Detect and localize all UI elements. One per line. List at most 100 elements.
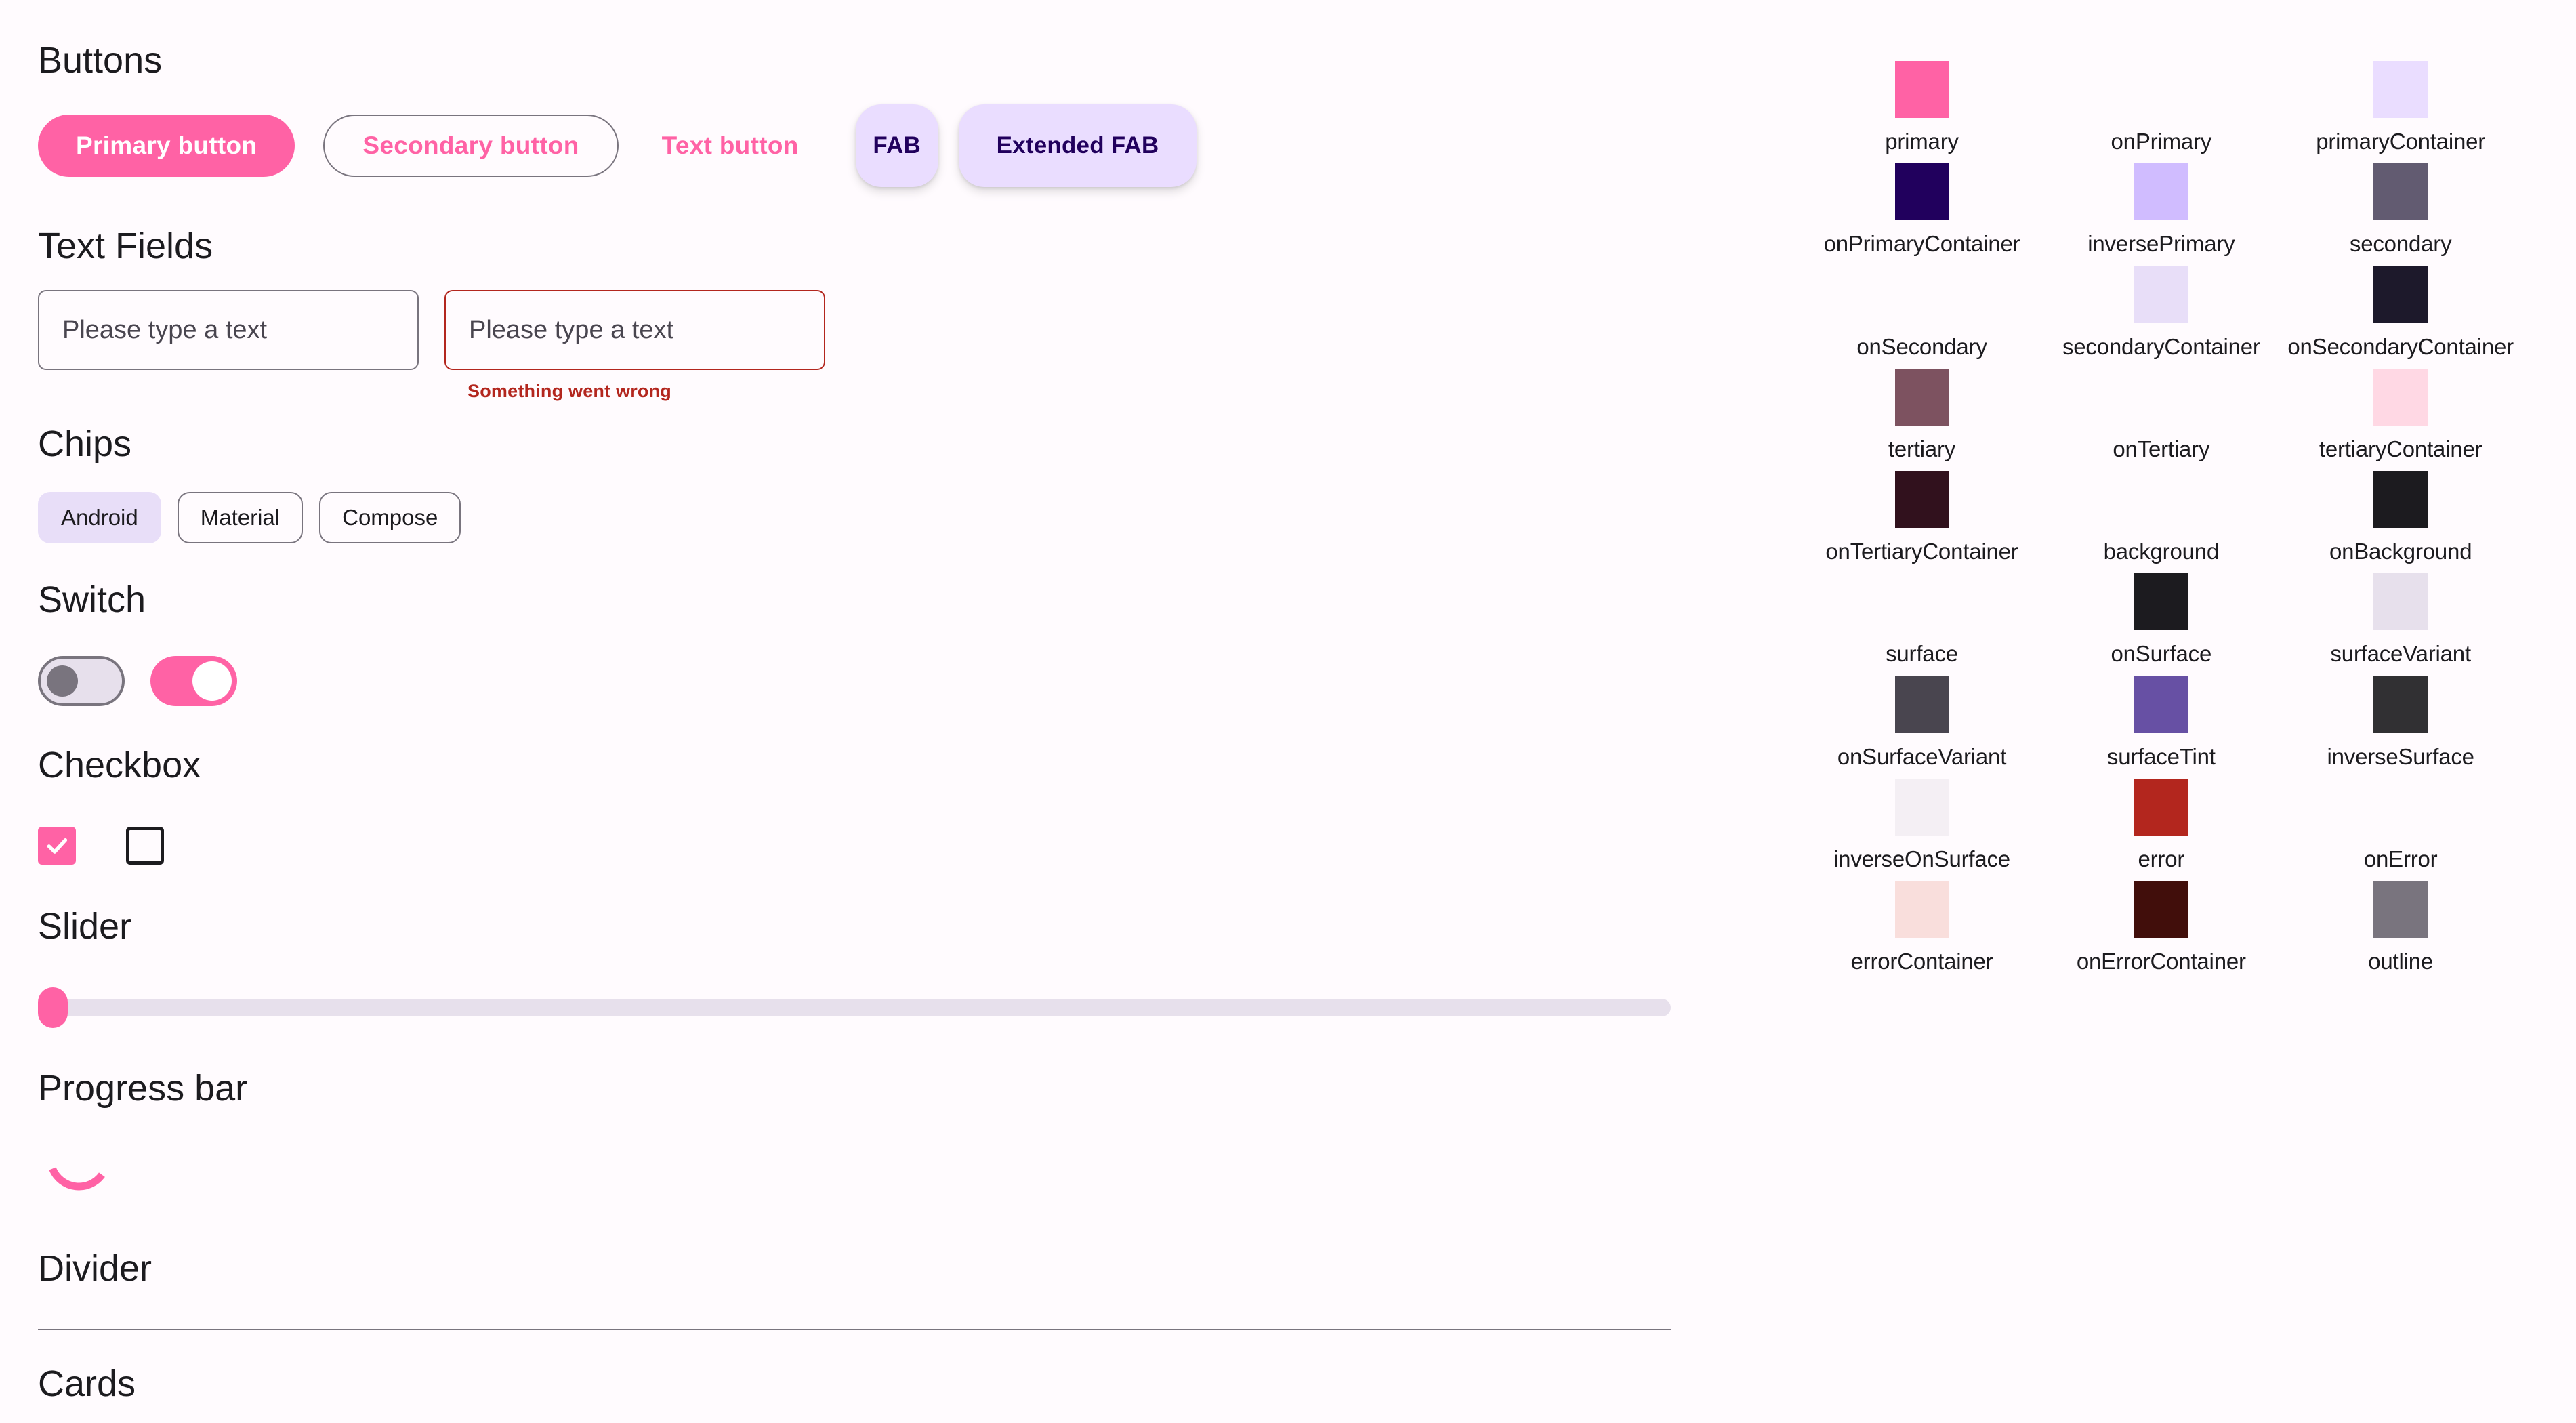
swatch-color-box	[1895, 881, 1949, 938]
switch-thumb-icon	[192, 661, 232, 701]
swatch-inverseSurface: inverseSurface	[2281, 676, 2520, 770]
swatch-color-box	[2373, 266, 2428, 323]
switch-on[interactable]	[150, 656, 237, 706]
swatch-color-box	[2373, 676, 2428, 733]
swatch-color-box	[2134, 369, 2188, 426]
swatch-onBackground: onBackground	[2281, 471, 2520, 565]
swatch-surfaceVariant: surfaceVariant	[2281, 573, 2520, 667]
swatch-primary: primary	[1802, 61, 2041, 155]
swatch-label: outline	[2368, 947, 2433, 975]
swatch-label: onSurface	[2111, 640, 2212, 667]
swatch-primaryContainer: primaryContainer	[2281, 61, 2520, 155]
swatch-color-box	[1895, 163, 1949, 220]
swatch-color-box	[2373, 881, 2428, 938]
chip-material[interactable]: Material	[178, 492, 303, 543]
section-heading-switch: Switch	[38, 579, 1678, 621]
text-field-error[interactable]	[444, 290, 825, 370]
swatch-label: background	[2104, 537, 2219, 565]
checkbox-row	[38, 819, 1678, 873]
buttons-row: Primary button Secondary button Text but…	[38, 102, 1678, 190]
swatch-color-box	[1895, 369, 1949, 426]
slider-track	[38, 999, 1671, 1016]
swatch-color-box	[2134, 779, 2188, 836]
text-field-error-message: Something went wrong	[468, 381, 825, 402]
swatch-label: onSecondary	[1856, 333, 1987, 360]
swatch-onTertiary: onTertiary	[2041, 369, 2281, 463]
swatch-surfaceTint: surfaceTint	[2041, 676, 2281, 770]
section-heading-buttons: Buttons	[38, 39, 1678, 81]
swatch-label: tertiaryContainer	[2319, 435, 2482, 463]
text-button[interactable]: Text button	[631, 115, 830, 177]
swatch-color-box	[2134, 163, 2188, 220]
swatch-label: tertiary	[1888, 435, 1955, 463]
swatch-label: onPrimaryContainer	[1824, 230, 2020, 257]
secondary-button[interactable]: Secondary button	[323, 115, 618, 177]
swatch-color-box	[1895, 779, 1949, 836]
circular-progress-indicator	[38, 1147, 112, 1222]
swatch-label: onTertiary	[2113, 435, 2209, 463]
swatch-onSecondary: onSecondary	[1802, 266, 2041, 360]
swatch-label: onErrorContainer	[2077, 947, 2246, 975]
swatch-label: primary	[1885, 127, 1959, 155]
swatch-label: onError	[2364, 845, 2438, 873]
swatch-label: onPrimary	[2111, 127, 2212, 155]
slider-thumb[interactable]	[38, 987, 68, 1028]
divider-line	[38, 1329, 1671, 1331]
text-field-normal[interactable]	[38, 290, 419, 370]
section-heading-progress-bar: Progress bar	[38, 1067, 1678, 1109]
swatch-label: inverseSurface	[2327, 743, 2474, 770]
swatch-color-box	[1895, 573, 1949, 630]
extended-fab-button[interactable]: Extended FAB	[959, 104, 1197, 187]
swatch-color-box	[2134, 266, 2188, 323]
swatch-inverseOnSurface: inverseOnSurface	[1802, 779, 2041, 873]
text-fields-row: Something went wrong	[38, 290, 1678, 392]
swatch-label: onSurfaceVariant	[1837, 743, 2006, 770]
swatch-secondary: secondary	[2281, 163, 2520, 257]
slider[interactable]	[38, 981, 1671, 1035]
swatch-label: inversePrimary	[2087, 230, 2235, 257]
swatch-color-box	[2373, 573, 2428, 630]
swatch-color-box	[1895, 676, 1949, 733]
section-heading-checkbox: Checkbox	[38, 744, 1678, 786]
swatch-color-box	[2373, 779, 2428, 836]
swatch-label: secondaryContainer	[2062, 333, 2260, 360]
section-heading-divider: Divider	[38, 1247, 1678, 1290]
checkbox-checked[interactable]	[38, 827, 76, 865]
swatch-onPrimaryContainer: onPrimaryContainer	[1802, 163, 2041, 257]
text-field-error-wrapper: Something went wrong	[444, 290, 825, 402]
swatch-color-box	[2134, 881, 2188, 938]
primary-button[interactable]: Primary button	[38, 115, 295, 177]
swatch-label: onSecondaryContainer	[2287, 333, 2514, 360]
swatch-color-box	[2373, 471, 2428, 528]
swatch-onErrorContainer: onErrorContainer	[2041, 881, 2281, 975]
fab-button[interactable]: FAB	[856, 104, 938, 187]
swatch-color-box	[1895, 61, 1949, 118]
swatch-color-box	[2134, 471, 2188, 528]
swatch-color-box	[2373, 61, 2428, 118]
swatch-label: primaryContainer	[2316, 127, 2485, 155]
checkbox-unchecked[interactable]	[126, 827, 164, 865]
chip-compose[interactable]: Compose	[319, 492, 461, 543]
switch-row	[38, 651, 1678, 712]
swatch-outline: outline	[2281, 881, 2520, 975]
swatch-label: surfaceTint	[2107, 743, 2216, 770]
swatch-onError: onError	[2281, 779, 2520, 873]
swatch-surface: surface	[1802, 573, 2041, 667]
text-field-normal-wrapper	[38, 290, 419, 370]
swatch-color-box	[2134, 573, 2188, 630]
swatch-tertiaryContainer: tertiaryContainer	[2281, 369, 2520, 463]
swatch-label: onBackground	[2329, 537, 2472, 565]
swatch-inversePrimary: inversePrimary	[2041, 163, 2281, 257]
swatch-onTertiaryContainer: onTertiaryContainer	[1802, 471, 2041, 565]
swatch-label: secondary	[2350, 230, 2451, 257]
catalog-column: Buttons Primary button Secondary button …	[38, 39, 1678, 1423]
chip-android[interactable]: Android	[38, 492, 161, 543]
swatch-label: onTertiaryContainer	[1825, 537, 2018, 565]
section-heading-chips: Chips	[38, 423, 1678, 465]
swatch-onSecondaryContainer: onSecondaryContainer	[2281, 266, 2520, 360]
swatch-error: error	[2041, 779, 2281, 873]
swatch-color-box	[1895, 266, 1949, 323]
switch-off[interactable]	[38, 656, 125, 706]
color-palette-grid: primary onPrimary primaryContainer onPrimar…	[1802, 61, 2520, 975]
swatch-label: surfaceVariant	[2330, 640, 2471, 667]
